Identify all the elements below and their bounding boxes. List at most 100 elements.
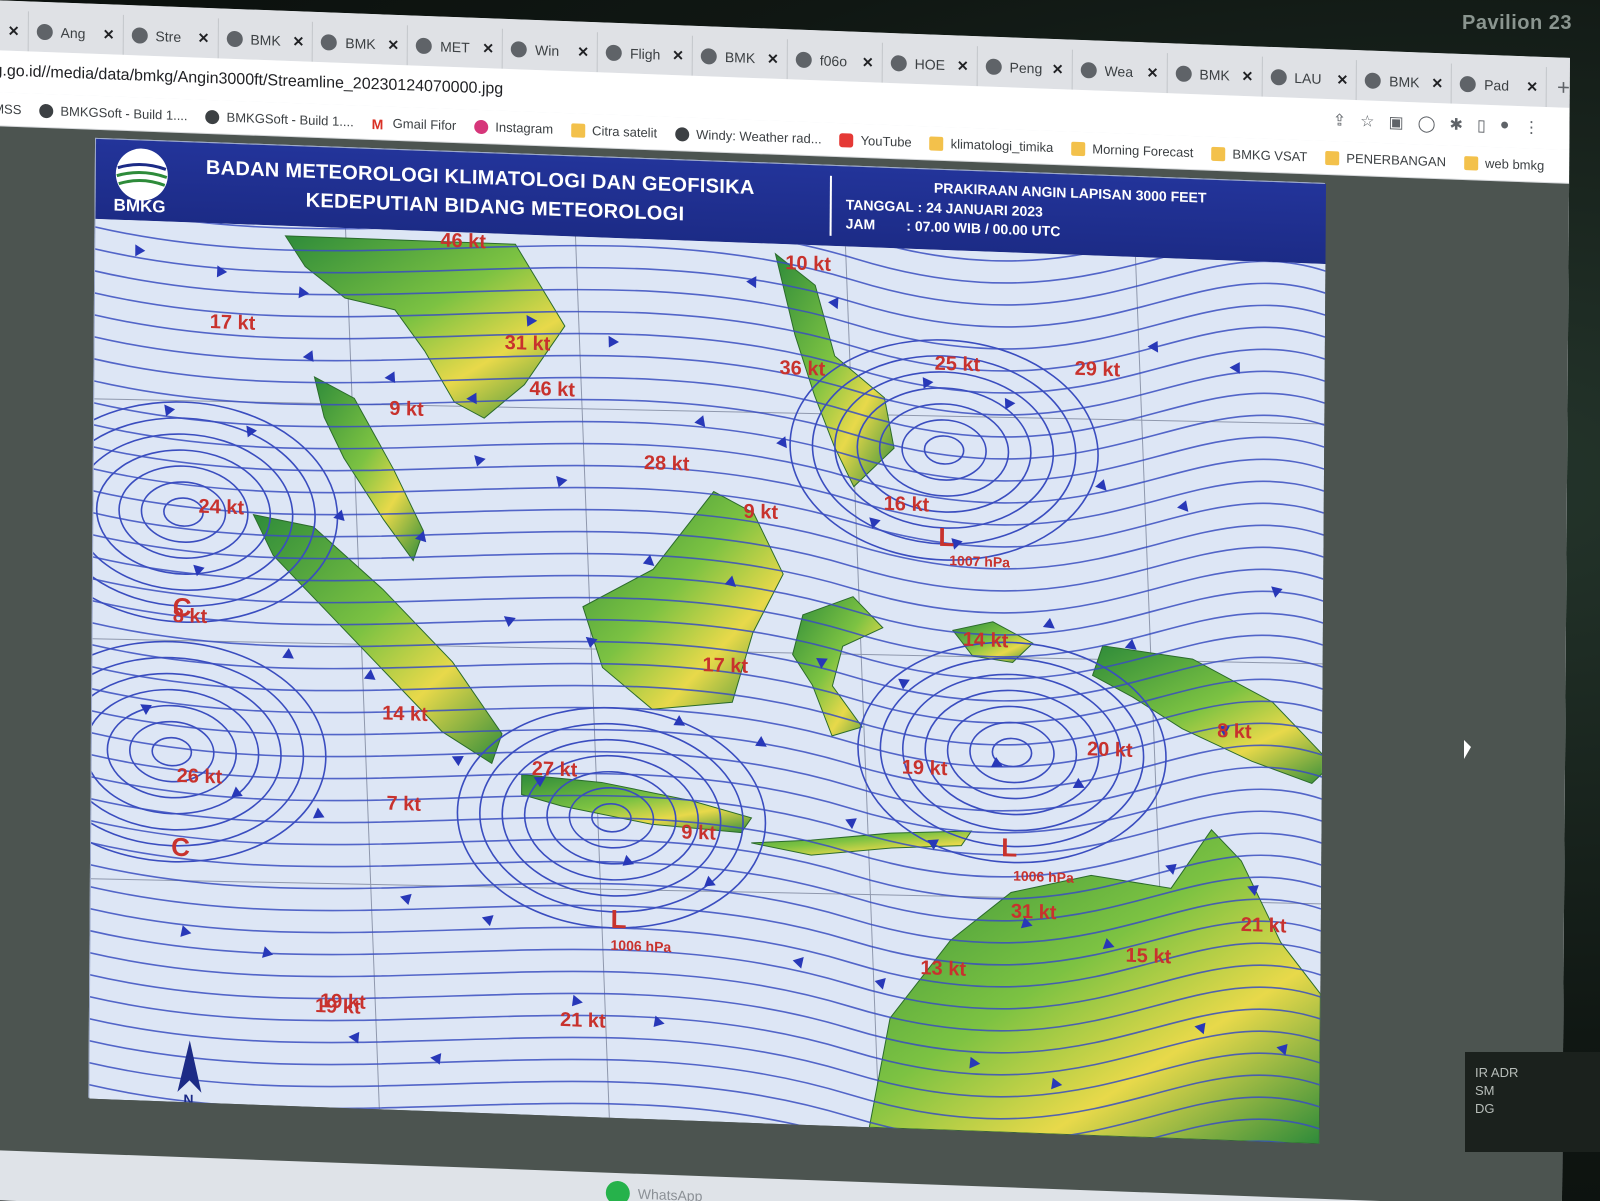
gmail-icon: M [371,115,384,132]
agency-line-1: BADAN METEOROLOGI KLIMATOLOGI DAN GEOFIS… [205,156,755,200]
wind-speed-label: 8 kt [1217,720,1252,743]
favicon-icon [985,58,1002,76]
bookmark[interactable]: BMKGSoft - Build 1.... [205,109,354,129]
extension-icon[interactable]: ▣ [1388,112,1403,133]
bookmark[interactable]: BMKGSoft - Build 1.... [39,103,188,123]
close-icon[interactable]: ✕ [1336,71,1348,88]
wind-speed-label: 46 kt [440,230,486,254]
bookmark[interactable]: PENERBANGAN [1325,150,1446,169]
close-icon[interactable]: ✕ [103,26,115,43]
bookmark[interactable]: Citra satelit [571,122,657,140]
bookmark[interactable]: web bmkg [1463,155,1544,173]
tab[interactable]: BMK ✕ [1167,53,1263,97]
close-icon[interactable]: ✕ [672,47,684,64]
url-text[interactable]: g.go.id//media/data/bmkg/Angin3000ft/Str… [0,62,503,99]
close-icon[interactable]: ✕ [1526,78,1538,95]
bookmark[interactable]: YouTube [839,132,912,150]
wind-speed-label: 31 kt [505,332,551,356]
wind-speed-label: 17 kt [210,311,256,335]
bookmark[interactable]: klimatologi_timika [929,135,1053,155]
close-icon[interactable]: ✕ [862,53,874,70]
close-icon[interactable]: ✕ [957,57,969,74]
low-pressure-symbol: L [611,904,627,935]
wind-forecast-image: BMKG BADAN METEOROLOGI KLIMATOLOGI DAN G… [88,137,1327,1144]
bookmark[interactable]: Windy: Weather rad... [675,126,822,146]
wind-speed-label: 23 kt [169,1110,215,1134]
low-pressure-symbol: L [938,522,954,553]
wind-speed-label: 29 kt [1075,358,1121,382]
folder-icon [1211,146,1226,161]
page-viewport: BMKG BADAN METEOROLOGI KLIMATOLOGI DAN G… [0,125,1570,1201]
tab[interactable]: Fligh ✕ [597,32,694,76]
wind-speed-label: 10 kt [785,252,831,276]
star-icon[interactable]: ☆ [1360,111,1374,132]
profile-icon[interactable]: ● [1500,116,1510,136]
close-icon[interactable]: ✕ [198,29,210,46]
close-icon[interactable]: ✕ [292,33,304,50]
close-icon[interactable]: ✕ [387,36,399,53]
low-pressure-symbol: L [1001,832,1017,863]
tab[interactable]: HOE ✕ [882,42,978,87]
north-label: N [183,1091,193,1107]
wind-speed-label: 28 kt [644,452,690,476]
wind-speed-label: 36 kt [780,357,826,381]
favicon-icon [1080,61,1097,79]
menu-icon[interactable]: ⋮ [1523,117,1539,138]
wind-speed-label: 15 kt [1126,945,1172,969]
wind-speed-label: 14 kt [963,629,1009,653]
tab[interactable]: Stre ✕ [123,14,219,59]
puzzle-icon[interactable]: ✱ [1450,115,1464,135]
logo-text: BMKG [113,195,166,217]
tab[interactable]: BMK ✕ [218,18,314,62]
tab[interactable]: BMK ✕ [692,35,788,80]
tab[interactable]: MET ✕ [408,25,504,69]
wind-speed-label: 26 kt [177,765,223,789]
close-icon[interactable]: ✕ [1242,67,1254,84]
wind-speed-label: 9 kt [744,501,779,524]
globe-icon [205,109,220,124]
sidebar-icon[interactable]: ▯ [1477,116,1486,136]
folder-icon [1071,141,1086,156]
bookmark[interactable]: M Gmail Fifor [372,115,457,133]
wind-speed-label: 21 kt [1241,914,1287,938]
close-icon[interactable]: ✕ [1052,60,1064,77]
tab[interactable]: f06o ✕ [787,39,883,83]
favicon-icon [795,51,812,69]
tab[interactable]: BMK ✕ [1357,60,1453,104]
tab[interactable]: Win ✕ [502,28,599,73]
tab[interactable]: Ang ✕ [28,11,124,55]
bookmark[interactable]: Instagram [474,119,553,137]
tab[interactable]: Wea ✕ [1072,49,1168,94]
tab[interactable]: LAU ✕ [1262,56,1358,101]
bookmark[interactable]: BMKG VSAT [1211,146,1307,164]
globe-icon [39,103,54,118]
bookmark[interactable]: Morning Forecast [1071,141,1193,160]
opera-icon[interactable]: ◯ [1418,113,1436,134]
favicon-icon [416,37,433,55]
header-divider [829,175,832,236]
wind-speed-label: 13 kt [920,957,966,981]
close-icon[interactable]: ✕ [1147,64,1159,81]
share-icon[interactable]: ⇪ [1333,110,1347,130]
close-icon[interactable]: ✕ [767,50,779,67]
new-tab-button[interactable]: + [1557,67,1570,107]
bookmark[interactable]: MSS [0,101,21,117]
tab[interactable]: BMK ✕ [313,21,409,66]
favicon-icon [226,30,243,48]
close-icon[interactable]: ✕ [8,22,20,39]
tab[interactable]: ✕ [0,10,29,52]
youtube-icon [839,132,854,148]
favicon-icon [890,55,907,72]
close-icon[interactable]: ✕ [1431,74,1443,91]
pressure-label: 1006 hPa [1013,868,1074,886]
wind-speed-label: 14 kt [382,702,428,726]
close-icon[interactable]: ✕ [577,43,589,60]
wind-speed-label: 16 kt [884,493,930,517]
favicon-icon [511,41,528,58]
tab[interactable]: Pad ✕ [1451,63,1548,108]
mouse-cursor-icon [1464,740,1471,759]
close-icon[interactable]: ✕ [482,40,494,57]
taskbar-app[interactable]: WhatsApp [605,1180,703,1201]
favicon-icon [131,27,148,44]
tab[interactable]: Peng ✕ [977,46,1073,90]
